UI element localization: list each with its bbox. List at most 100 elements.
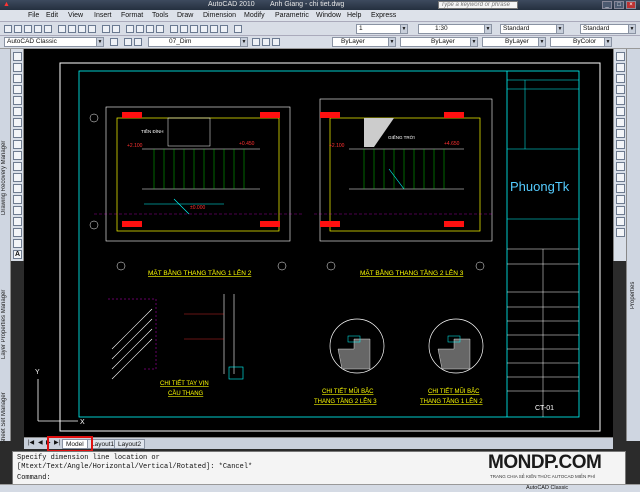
print-icon[interactable] [34,25,42,33]
insert-block-icon[interactable] [13,173,22,182]
menu-tools[interactable]: Tools [152,12,168,19]
tab-nav-first-icon[interactable]: |◀ [28,439,34,446]
layer-properties-tab[interactable]: Layer Properties Manager [1,249,7,359]
paste-icon[interactable] [78,25,86,33]
match-properties-icon[interactable] [88,25,96,33]
polyline-icon[interactable] [13,74,22,83]
explode-icon[interactable] [616,228,625,237]
move-icon[interactable] [616,107,625,116]
zoom-previous-icon[interactable] [156,25,164,33]
menu-window[interactable]: Window [316,12,341,19]
drawing-canvas[interactable]: PhuongTk CT-01 TIỀN ĐÌNH +2.100 +0.450 ±… [24,49,613,437]
text-style-combo[interactable]: Standard ▼ [500,24,564,34]
fillet-icon[interactable] [616,217,625,226]
menu-parametric[interactable]: Parametric [275,12,309,19]
erase-icon[interactable] [616,52,625,61]
design-center-icon[interactable] [180,25,188,33]
workspace-settings-icon[interactable] [110,38,118,46]
construction-line-icon[interactable] [13,63,22,72]
sheet-set-tab[interactable]: Sheet Set Manager [1,384,7,444]
extend-icon[interactable] [616,162,625,171]
undo-icon[interactable] [102,25,110,33]
tool-palettes-icon[interactable] [190,25,198,33]
calculator-icon[interactable] [220,25,228,33]
lineweight-combo[interactable]: ByLayer ▼ [482,37,546,47]
copy-icon[interactable] [68,25,76,33]
gradient-icon[interactable] [13,217,22,226]
chamfer-icon[interactable] [616,206,625,215]
menu-modify[interactable]: Modify [244,12,265,19]
drawing-recovery-tab[interactable]: Drawing Recovery Manager [1,107,7,215]
layer-manager-icon[interactable] [124,38,132,46]
app-logo-icon[interactable]: ▲ [3,1,10,8]
array-icon[interactable] [616,96,625,105]
scale-icon[interactable] [616,129,625,138]
arc-icon[interactable] [13,107,22,116]
plotstyle-combo[interactable]: ByColor ▼ [550,37,612,47]
sheet-set-icon[interactable] [200,25,208,33]
minimize-button[interactable]: _ [602,1,612,9]
region-icon[interactable] [13,228,22,237]
preview-icon[interactable] [44,25,52,33]
revision-cloud-icon[interactable] [13,129,22,138]
menu-draw[interactable]: Draw [177,12,193,19]
layer-combo[interactable]: 07_Dim ▼ [148,37,248,47]
scale-combo[interactable]: 1:30 ▼ [418,24,492,34]
open-icon[interactable] [14,25,22,33]
cut-icon[interactable] [58,25,66,33]
pan-icon[interactable] [126,25,134,33]
ellipse-arc-icon[interactable] [13,162,22,171]
menu-format[interactable]: Format [121,12,143,19]
mirror-icon[interactable] [616,74,625,83]
help-icon[interactable] [234,25,242,33]
ellipse-icon[interactable] [13,151,22,160]
save-icon[interactable] [24,25,32,33]
hatch-icon[interactable] [13,206,22,215]
menu-dimension[interactable]: Dimension [203,12,236,19]
tab-layout2[interactable]: Layout2 [114,439,146,449]
markup-icon[interactable] [210,25,218,33]
redo-icon[interactable] [112,25,120,33]
color-combo[interactable]: ByLayer ▼ [332,37,396,47]
polygon-icon[interactable] [13,85,22,94]
multiline-text-icon[interactable]: A [13,250,22,259]
table-icon[interactable] [13,239,22,248]
menu-edit[interactable]: Edit [46,12,58,19]
properties-tab[interactable]: Properties [630,249,636,309]
copy-object-icon[interactable] [616,63,625,72]
linetype-combo[interactable]: ByLayer ▼ [400,37,478,47]
make-block-icon[interactable] [13,184,22,193]
menu-insert[interactable]: Insert [94,12,112,19]
new-icon[interactable] [4,25,12,33]
dim-style-combo[interactable]: Standard ▼ [580,24,636,34]
status-workspace[interactable]: AutoCAD Classic [526,485,568,491]
join-icon[interactable] [616,195,625,204]
tab-nav-prev-icon[interactable]: ◀ [38,439,43,446]
layer-state-icon[interactable] [134,38,142,46]
menu-file[interactable]: File [28,12,39,19]
menu-express[interactable]: Express [371,12,396,19]
zoom-window-icon[interactable] [146,25,154,33]
menu-view[interactable]: View [68,12,83,19]
properties-icon[interactable] [170,25,178,33]
command-prompt[interactable]: Command: [17,474,51,482]
maximize-button[interactable]: □ [614,1,624,9]
zoom-icon[interactable] [136,25,144,33]
rotate-icon[interactable] [616,118,625,127]
layer-iso-icon[interactable] [272,38,280,46]
spline-icon[interactable] [13,140,22,149]
break-at-point-icon[interactable] [616,173,625,182]
line-icon[interactable] [13,52,22,61]
layer-number-combo[interactable]: 1 ▼ [356,24,408,34]
layer-previous-icon[interactable] [262,38,270,46]
workspace-combo[interactable]: AutoCAD Classic ▼ [4,37,104,47]
circle-icon[interactable] [13,118,22,127]
break-icon[interactable] [616,184,625,193]
menu-help[interactable]: Help [347,12,361,19]
search-input[interactable]: Type a keyword or phrase [438,1,518,9]
point-icon[interactable] [13,195,22,204]
trim-icon[interactable] [616,151,625,160]
stretch-icon[interactable] [616,140,625,149]
make-current-icon[interactable] [252,38,260,46]
rectangle-icon[interactable] [13,96,22,105]
